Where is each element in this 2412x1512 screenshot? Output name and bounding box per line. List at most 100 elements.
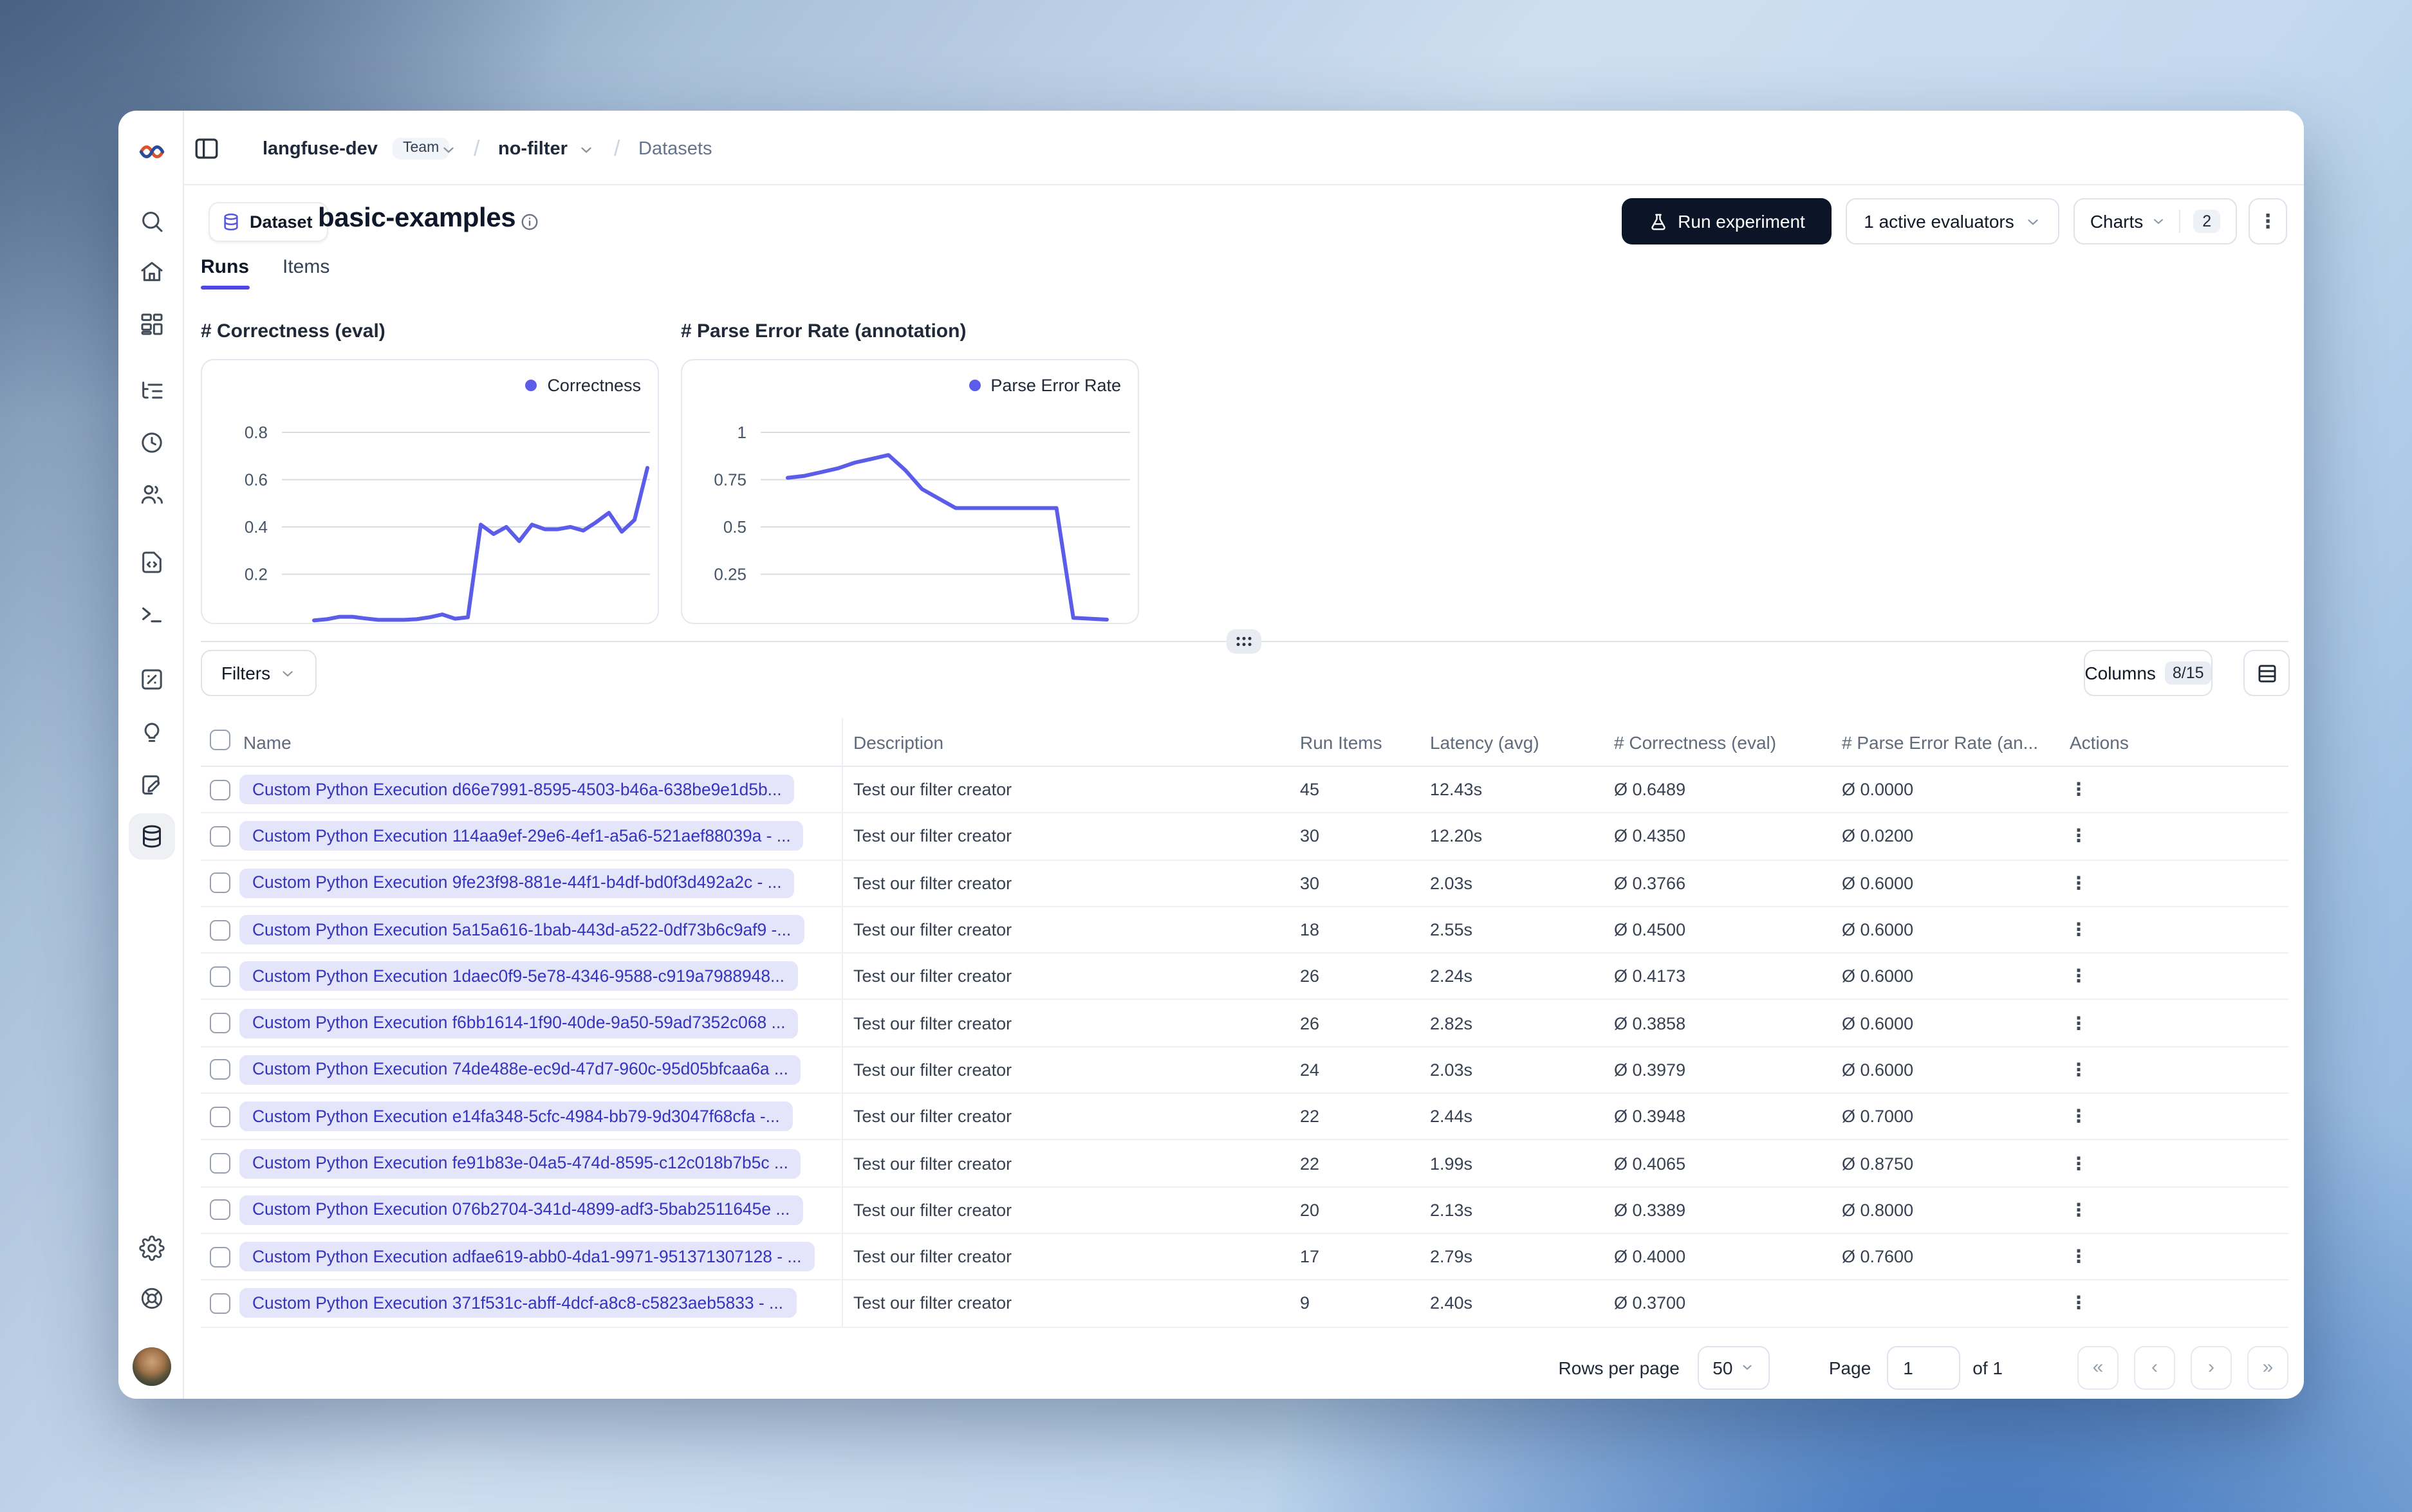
run-name-link[interactable]: Custom Python Execution d66e7991-8595-45… — [239, 775, 795, 805]
run-name-link[interactable]: Custom Python Execution fe91b83e-04a5-47… — [239, 1148, 801, 1179]
column-header-run-items[interactable]: Run Items — [1290, 732, 1420, 752]
last-page-button[interactable]: » — [2247, 1345, 2288, 1389]
run-name-link[interactable]: Custom Python Execution f6bb1614-1f90-40… — [239, 1008, 799, 1038]
column-header-description[interactable]: Description — [843, 732, 1290, 752]
first-page-button[interactable]: « — [2077, 1345, 2119, 1389]
svg-text:0.4: 0.4 — [245, 517, 268, 537]
row-actions-button[interactable]: ⋮ — [2059, 1234, 2288, 1280]
run-name-link[interactable]: Custom Python Execution 5a15a616-1bab-44… — [239, 915, 804, 945]
row-actions-button[interactable]: ⋮ — [2059, 860, 2288, 906]
row-checkbox[interactable] — [210, 825, 230, 847]
filters-button[interactable]: Filters — [201, 650, 317, 696]
project-chevron-icon[interactable] — [578, 135, 595, 163]
row-checkbox[interactable] — [210, 919, 230, 941]
row-checkbox[interactable] — [210, 1246, 230, 1268]
header-kebab-button[interactable]: ⋮ — [2249, 198, 2287, 244]
row-actions-button[interactable]: ⋮ — [2059, 1094, 2288, 1139]
info-icon[interactable] — [520, 212, 539, 232]
prev-page-button[interactable]: ‹ — [2134, 1345, 2175, 1389]
run-name-link[interactable]: Custom Python Execution 371f531c-abff-4d… — [239, 1288, 796, 1318]
run-name-link[interactable]: Custom Python Execution adfae619-abb0-4d… — [239, 1242, 815, 1272]
row-height-button[interactable] — [2243, 650, 2290, 696]
prompts-file-code-icon[interactable] — [118, 549, 184, 575]
table-row: Custom Python Execution d66e7991-8595-45… — [201, 767, 2288, 814]
row-actions-button[interactable]: ⋮ — [2059, 1281, 2288, 1327]
row-checkbox[interactable] — [210, 1153, 230, 1174]
row-actions-button[interactable]: ⋮ — [2059, 954, 2288, 999]
annotation-clipboard-icon[interactable] — [118, 772, 184, 798]
page-number-input[interactable]: 1 — [1886, 1345, 1960, 1389]
breadcrumb-project[interactable]: no-filter — [498, 135, 568, 163]
row-checkbox[interactable] — [210, 1013, 230, 1034]
row-checkbox[interactable] — [210, 1059, 230, 1080]
row-actions-button[interactable]: ⋮ — [2059, 1141, 2288, 1186]
parse-error-value: Ø 0.8750 — [1842, 1154, 1914, 1174]
run-name-link[interactable]: Custom Python Execution 74de488e-ec9d-47… — [239, 1055, 801, 1085]
column-header-correctness[interactable]: # Correctness (eval) — [1604, 732, 1832, 752]
tab-runs[interactable]: Runs — [201, 256, 249, 290]
parse-error-value: Ø 0.7000 — [1842, 1107, 1914, 1127]
correctness-value: Ø 0.3948 — [1614, 1107, 1686, 1127]
correctness-value: Ø 0.4065 — [1614, 1154, 1686, 1174]
row-checkbox[interactable] — [210, 1293, 230, 1314]
rows-per-page-select[interactable]: 50 — [1697, 1345, 1770, 1389]
row-checkbox[interactable] — [210, 966, 230, 987]
search-icon[interactable] — [118, 208, 184, 234]
datasets-database-icon[interactable] — [129, 813, 175, 860]
column-header-name[interactable]: Name — [239, 718, 843, 766]
run-items-value: 17 — [1300, 1247, 1320, 1267]
active-evaluators-dropdown[interactable]: 1 active evaluators — [1846, 198, 2059, 244]
columns-label: Columns — [2084, 663, 2156, 683]
row-actions-button[interactable]: ⋮ — [2059, 907, 2288, 953]
org-chevron-icon[interactable] — [440, 135, 457, 163]
run-name-link[interactable]: Custom Python Execution 1daec0f9-5e78-43… — [239, 961, 798, 991]
row-actions-button[interactable]: ⋮ — [2059, 814, 2288, 860]
row-checkbox[interactable] — [210, 1199, 230, 1221]
run-name-link[interactable]: Custom Python Execution 114aa9ef-29e6-4e… — [239, 821, 804, 851]
breadcrumb-section[interactable]: Datasets — [638, 135, 712, 163]
run-name-link[interactable]: Custom Python Execution e14fa348-5cfc-49… — [239, 1102, 793, 1132]
svg-text:0.8: 0.8 — [245, 423, 268, 442]
sessions-clock-icon[interactable] — [118, 430, 184, 456]
filters-label: Filters — [221, 663, 271, 683]
columns-button[interactable]: Columns 8/15 — [2084, 650, 2213, 696]
home-icon[interactable] — [118, 259, 184, 284]
users-icon[interactable] — [118, 481, 184, 507]
scores-percent-icon[interactable] — [118, 667, 184, 692]
page-label: Page — [1828, 1357, 1871, 1378]
select-all-checkbox[interactable] — [210, 730, 230, 750]
charts-dropdown[interactable]: Charts 2 — [2073, 198, 2237, 244]
run-name-link[interactable]: Custom Python Execution 9fe23f98-881e-44… — [239, 868, 795, 898]
breadcrumb-org[interactable]: langfuse-dev — [263, 135, 378, 163]
row-checkbox[interactable] — [210, 872, 230, 894]
tracing-icon[interactable] — [118, 378, 184, 404]
latency-value: 2.03s — [1430, 1060, 1473, 1080]
user-avatar[interactable] — [133, 1347, 171, 1386]
dataset-badge: Dataset — [209, 202, 328, 242]
table-header-row: Name Description Run Items Latency (avg)… — [201, 718, 2288, 767]
evaluators-lightbulb-icon[interactable] — [118, 721, 184, 746]
row-checkbox[interactable] — [210, 1106, 230, 1127]
row-actions-button[interactable]: ⋮ — [2059, 1187, 2288, 1233]
row-actions-button[interactable]: ⋮ — [2059, 1000, 2288, 1046]
run-items-value: 9 — [1300, 1293, 1310, 1313]
row-actions-button[interactable]: ⋮ — [2059, 767, 2288, 813]
run-name-link[interactable]: Custom Python Execution 076b2704-341d-48… — [239, 1195, 803, 1225]
dashboard-icon[interactable] — [118, 311, 184, 337]
row-actions-button[interactable]: ⋮ — [2059, 1047, 2288, 1093]
support-lifebuoy-icon[interactable] — [118, 1286, 184, 1311]
run-experiment-button[interactable]: Run experiment — [1622, 198, 1832, 244]
row-checkbox[interactable] — [210, 779, 230, 800]
chevron-down-icon — [1743, 1365, 1752, 1370]
sidebar — [118, 111, 184, 1399]
resize-grip-handle[interactable] — [1227, 629, 1261, 654]
svg-text:1: 1 — [738, 423, 747, 442]
playground-terminal-icon[interactable] — [118, 601, 184, 627]
next-page-button[interactable]: › — [2191, 1345, 2232, 1389]
tab-items[interactable]: Items — [283, 256, 329, 290]
column-header-latency[interactable]: Latency (avg) — [1420, 732, 1604, 752]
settings-gear-icon[interactable] — [118, 1235, 184, 1261]
sidebar-toggle-icon[interactable] — [193, 135, 220, 162]
column-header-parse-error[interactable]: # Parse Error Rate (an... — [1832, 732, 2059, 752]
table-row: Custom Python Execution e14fa348-5cfc-49… — [201, 1094, 2288, 1141]
